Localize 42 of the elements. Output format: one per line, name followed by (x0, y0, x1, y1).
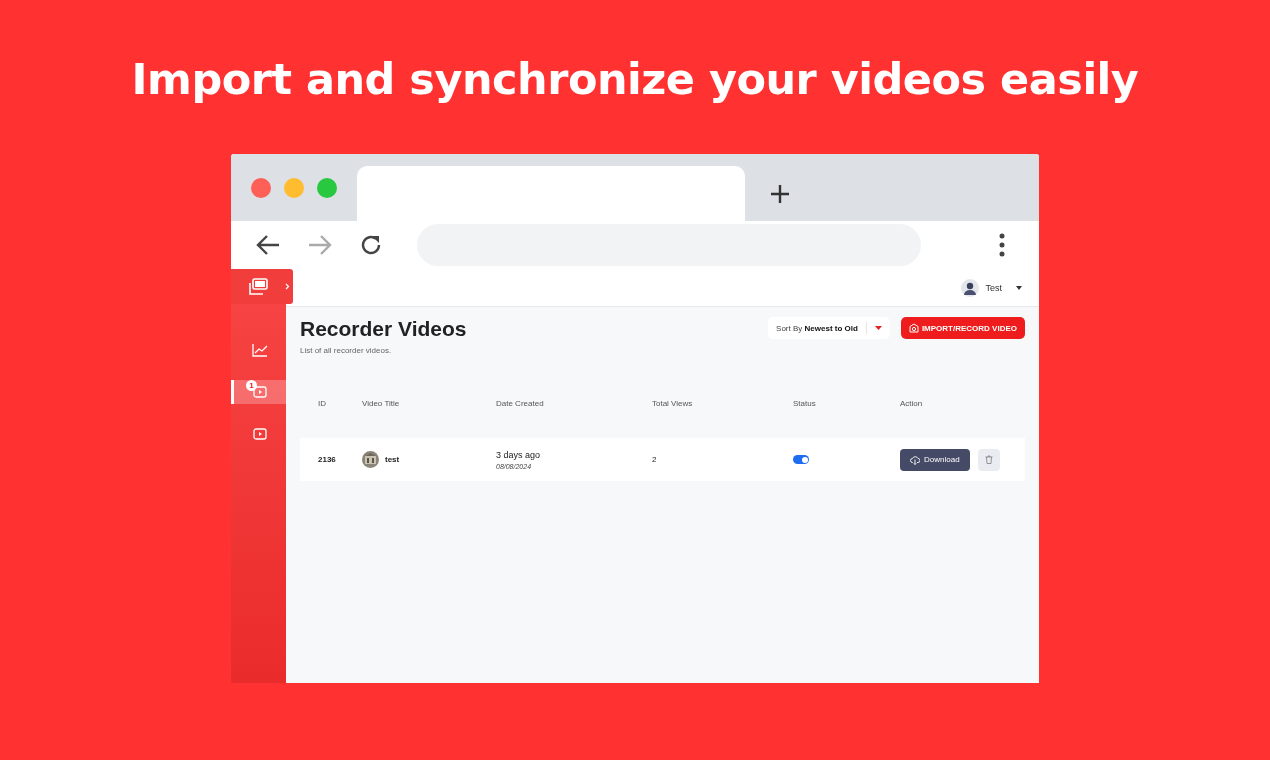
column-header: Video Title (362, 398, 401, 408)
column-header: ID (317, 398, 327, 408)
headline: Import and synchronize your videos easily (131, 53, 1139, 106)
sort-dropdown[interactable]: Sort By Newest to Old (768, 317, 890, 339)
table-cell-text: 2 (652, 455, 658, 464)
column-header: Action (900, 398, 924, 408)
user-name[interactable]: Test (985, 282, 1002, 293)
column-header: Date Created (496, 398, 545, 408)
download-button[interactable]: Download (900, 448, 970, 471)
status-toggle[interactable] (793, 455, 809, 464)
chevron-icon (285, 283, 290, 290)
notification-badge: 1 (246, 380, 257, 391)
trash-icon (984, 455, 993, 464)
close-dot[interactable] (251, 178, 271, 198)
sidebar-item[interactable]: 1 (231, 380, 286, 404)
column-header: Status (793, 398, 817, 408)
table-cell-text: 2136 (317, 455, 337, 464)
video-icon (253, 386, 267, 398)
column-header: Total Views (652, 398, 694, 408)
delete-button[interactable] (977, 448, 1000, 471)
video-title: test (385, 455, 400, 464)
avatar[interactable] (961, 278, 980, 297)
caret-icon (874, 326, 882, 330)
minimize-dot[interactable] (284, 178, 304, 198)
logo-tab[interactable] (231, 269, 293, 304)
maximize-dot[interactable] (317, 178, 337, 198)
new-tab-icon[interactable] (769, 183, 791, 205)
video-thumbnail (362, 451, 379, 468)
screens-icon (248, 277, 268, 296)
caret-icon[interactable] (1016, 285, 1022, 290)
forward-icon[interactable] (307, 233, 333, 257)
import-button[interactable]: IMPORT/RECORD VIDEO (900, 317, 1025, 339)
menu-icon[interactable] (999, 233, 1005, 257)
page-title: Recorder Videos (300, 317, 467, 341)
cloud-download-icon (910, 454, 920, 465)
page-subtitle: List of all recorder videos. (300, 346, 393, 355)
chart-icon (252, 343, 268, 357)
play-icon (253, 428, 267, 440)
relative-date: 3 days ago (496, 449, 541, 460)
camera-icon (908, 323, 919, 333)
back-icon[interactable] (255, 233, 281, 257)
reload-icon[interactable] (359, 233, 383, 257)
